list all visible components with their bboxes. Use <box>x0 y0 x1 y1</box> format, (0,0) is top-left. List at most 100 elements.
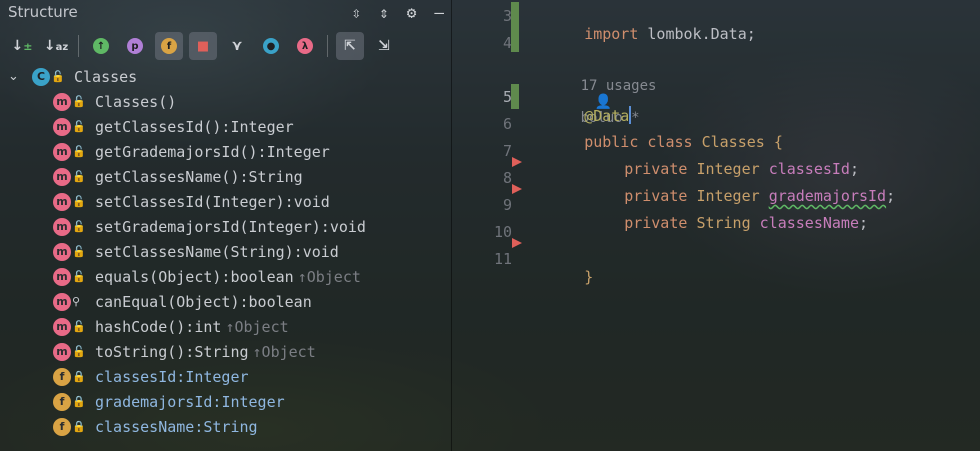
member-name: toString(): <box>95 342 195 361</box>
override-owner: ↑Object <box>297 267 361 286</box>
public-visibility-icon: 🔓 <box>72 95 86 108</box>
member-name: hashCode(): <box>95 317 195 336</box>
method-icon: m <box>53 342 71 361</box>
tree-method[interactable]: m 🔓 equals(Object): boolean ↑Object <box>0 264 452 289</box>
code-editor[interactable]: 3 4 5 6 7 8 9 10 11 import lombok.Data; … <box>452 0 980 451</box>
breakpoint-marker-icon[interactable] <box>512 238 522 248</box>
autoscroll-to-source-button[interactable]: ⇱ <box>336 32 364 60</box>
autoscroll-to-icon: ⇱ <box>344 38 356 54</box>
collapse-all-icon[interactable]: ⇕ <box>379 3 389 22</box>
expand-all-icon[interactable]: ⇳ <box>351 3 361 22</box>
member-name: getClassesId(): <box>95 117 231 136</box>
member-name: classesName: <box>95 417 204 436</box>
override-owner: ↑Object <box>252 342 316 361</box>
method-icon: m <box>53 192 71 211</box>
tree-field[interactable]: f 🔒 classesName: String <box>0 414 452 439</box>
breakpoint-marker-icon[interactable] <box>512 157 522 167</box>
vcs-change-marker[interactable] <box>511 84 519 109</box>
tree-method[interactable]: m 🔓 toString(): String ↑Object <box>0 339 452 364</box>
breakpoint-marker-icon[interactable] <box>512 184 522 194</box>
line-number: 3 <box>502 7 512 25</box>
member-name: equals(Object): <box>95 267 231 286</box>
line-number: 10 <box>493 223 512 241</box>
lock-icon: ■ <box>196 38 210 54</box>
member-name: classesId: <box>95 367 186 386</box>
line-number: 5 <box>502 88 512 106</box>
member-type: String <box>194 342 249 361</box>
class-icon: C <box>32 67 50 86</box>
structure-panel: Structure ⇳ ⇕ ⚙ — ↓± ↓az ↑ p f ■ ⋎ ● λ ⇱… <box>0 0 452 451</box>
public-visibility-icon: 🔓 <box>72 195 86 208</box>
private-visibility-icon: 🔒 <box>72 370 86 383</box>
member-list: m 🔓 Classes() m 🔓 getClassesId(): Integer m 🔓 ge… <box>0 89 452 439</box>
member-type: Integer <box>230 117 294 136</box>
show-inherited-button[interactable]: ↑ <box>87 32 115 60</box>
gear-icon[interactable]: ⚙ <box>407 3 417 22</box>
brace: } <box>584 268 594 286</box>
tree-method[interactable]: m 🔓 getGrademajorsId(): Integer <box>0 139 452 164</box>
member-type: Integer <box>266 142 330 161</box>
toolbar-separator <box>78 35 79 57</box>
type-name: String <box>696 214 751 232</box>
inherited-icon: ↑ <box>93 38 109 54</box>
member-type: Integer <box>185 367 249 386</box>
panel-divider[interactable] <box>451 0 452 451</box>
lambda-icon: λ <box>297 38 313 54</box>
tree-field[interactable]: f 🔒 grademajorsId: Integer <box>0 389 452 414</box>
private-visibility-icon: 🔒 <box>72 420 86 433</box>
show-anonymous-button[interactable]: ● <box>257 32 285 60</box>
override-owner: ↑Object <box>225 317 289 336</box>
member-type: void <box>302 242 339 261</box>
tree-root-class[interactable]: ⌄ C 🔓 Classes <box>0 64 452 89</box>
member-name: grademajorsId: <box>95 392 222 411</box>
tree-method[interactable]: m 🔓 getClassesId(): Integer <box>0 114 452 139</box>
show-non-public-button[interactable]: ■ <box>189 32 217 60</box>
public-visibility-icon: 🔓 <box>72 220 86 233</box>
public-visibility-icon: 🔓 <box>72 170 86 183</box>
show-properties-button[interactable]: p <box>121 32 149 60</box>
keyword: private <box>624 214 688 232</box>
sort-visibility-icon: ↓± <box>11 38 33 54</box>
line-number: 4 <box>502 34 512 52</box>
semicolon: ; <box>886 187 896 205</box>
vcs-change-marker[interactable] <box>511 2 519 52</box>
member-name: getGrademajorsId(): <box>95 142 267 161</box>
public-visibility-icon: 🔓 <box>72 270 86 283</box>
minimize-icon[interactable]: — <box>434 3 444 22</box>
method-icon: m <box>53 142 71 161</box>
member-type: Integer <box>221 392 285 411</box>
member-type: void <box>293 192 330 211</box>
tree-method[interactable]: m 🔓 hashCode(): int ↑Object <box>0 314 452 339</box>
tree-method[interactable]: m 🔓 Classes() <box>0 89 452 114</box>
chevron-down-icon[interactable]: ⌄ <box>8 69 24 84</box>
field-name: classesName <box>759 214 859 232</box>
member-type: int <box>194 317 222 336</box>
line-number: 8 <box>502 169 512 187</box>
method-icon: m <box>53 242 71 261</box>
method-icon: m <box>53 267 71 286</box>
tree-method[interactable]: m 🔓 setClassesId(Integer): void <box>0 189 452 214</box>
autoscroll-from-source-button[interactable]: ⇲ <box>370 32 398 60</box>
member-name: setClassesId(Integer): <box>95 192 294 211</box>
sort-by-visibility-button[interactable]: ↓± <box>8 32 36 60</box>
sort-alphabetically-button[interactable]: ↓az <box>42 32 70 60</box>
anonymous-class-icon: ● <box>263 38 279 54</box>
show-lambdas-button[interactable]: λ <box>291 32 319 60</box>
fork-icon: ⋎ <box>231 38 243 54</box>
tree-method[interactable]: m 🔓 setGrademajorsId(Integer): void <box>0 214 452 239</box>
tree-method[interactable]: m 🔓 setClassesName(String): void <box>0 239 452 264</box>
private-visibility-icon: 🔒 <box>72 395 86 408</box>
field-icon: f <box>161 38 177 54</box>
code-line-field[interactable]: private String classesName; <box>570 196 868 250</box>
method-icon: m <box>53 92 71 111</box>
tree-field[interactable]: f 🔒 classesId: Integer <box>0 364 452 389</box>
code-line-close[interactable]: } <box>530 250 593 304</box>
code-line-import[interactable]: import lombok.Data; <box>530 7 756 61</box>
show-fields-button[interactable]: f <box>155 32 183 60</box>
method-icon: m <box>53 317 71 336</box>
tree-method[interactable]: m 🔓 getClassesName(): String <box>0 164 452 189</box>
field-icon: f <box>53 392 71 411</box>
structure-toolbar: ↓± ↓az ↑ p f ■ ⋎ ● λ ⇱ ⇲ <box>0 30 400 62</box>
show-tree-button[interactable]: ⋎ <box>223 32 251 60</box>
tree-method[interactable]: m ⚲ canEqual(Object): boolean <box>0 289 452 314</box>
